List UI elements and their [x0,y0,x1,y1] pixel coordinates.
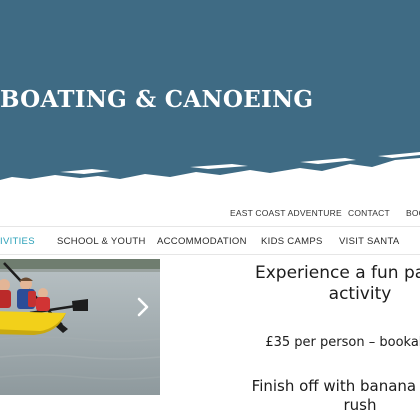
main-navigation: IVITIES SCHOOL & YOUTH ACCOMMODATION KID… [0,231,420,253]
finish-line-1: Finish off with banana boatin [251,377,420,395]
finish-text: Finish off with banana boatin rush [160,377,420,415]
nav-accommodation[interactable]: ACCOMMODATION [157,236,247,247]
page-title: BOATING & CANOEING [0,86,314,113]
nav-kids-camps[interactable]: KIDS CAMPS [261,236,323,247]
toplink-east-coast-adventure[interactable]: EAST COAST ADVENTURE [230,208,342,218]
toplink-contact[interactable]: CONTACT [348,208,390,218]
headline-line-2: activity [328,284,392,304]
headline-line-1: Experience a fun packed [254,263,420,283]
hero-banner: BOATING & CANOEING [0,0,420,200]
slider-next-button[interactable] [134,295,152,319]
nav-activities[interactable]: IVITIES [0,236,35,247]
price-text: £35 per person – bookable in [265,335,420,350]
photo-slider[interactable] [0,259,160,395]
activity-description: Experience a fun packed activity £35 per… [160,259,420,420]
header-divider [0,226,420,227]
nav-school-youth[interactable]: SCHOOL & YOUTH [57,236,146,247]
chevron-right-icon [137,297,149,317]
kayak-photo [0,259,160,395]
nav-divider [0,254,420,255]
toplink-booking[interactable]: BOO [406,208,420,218]
nav-visit-santa[interactable]: VISIT SANTA [339,236,400,247]
finish-line-2: rush [343,396,377,414]
activity-headline: Experience a fun packed activity [160,263,420,305]
brush-stroke-edge [0,152,420,200]
top-links: EAST COAST ADVENTURE CONTACT BOO [0,208,420,222]
